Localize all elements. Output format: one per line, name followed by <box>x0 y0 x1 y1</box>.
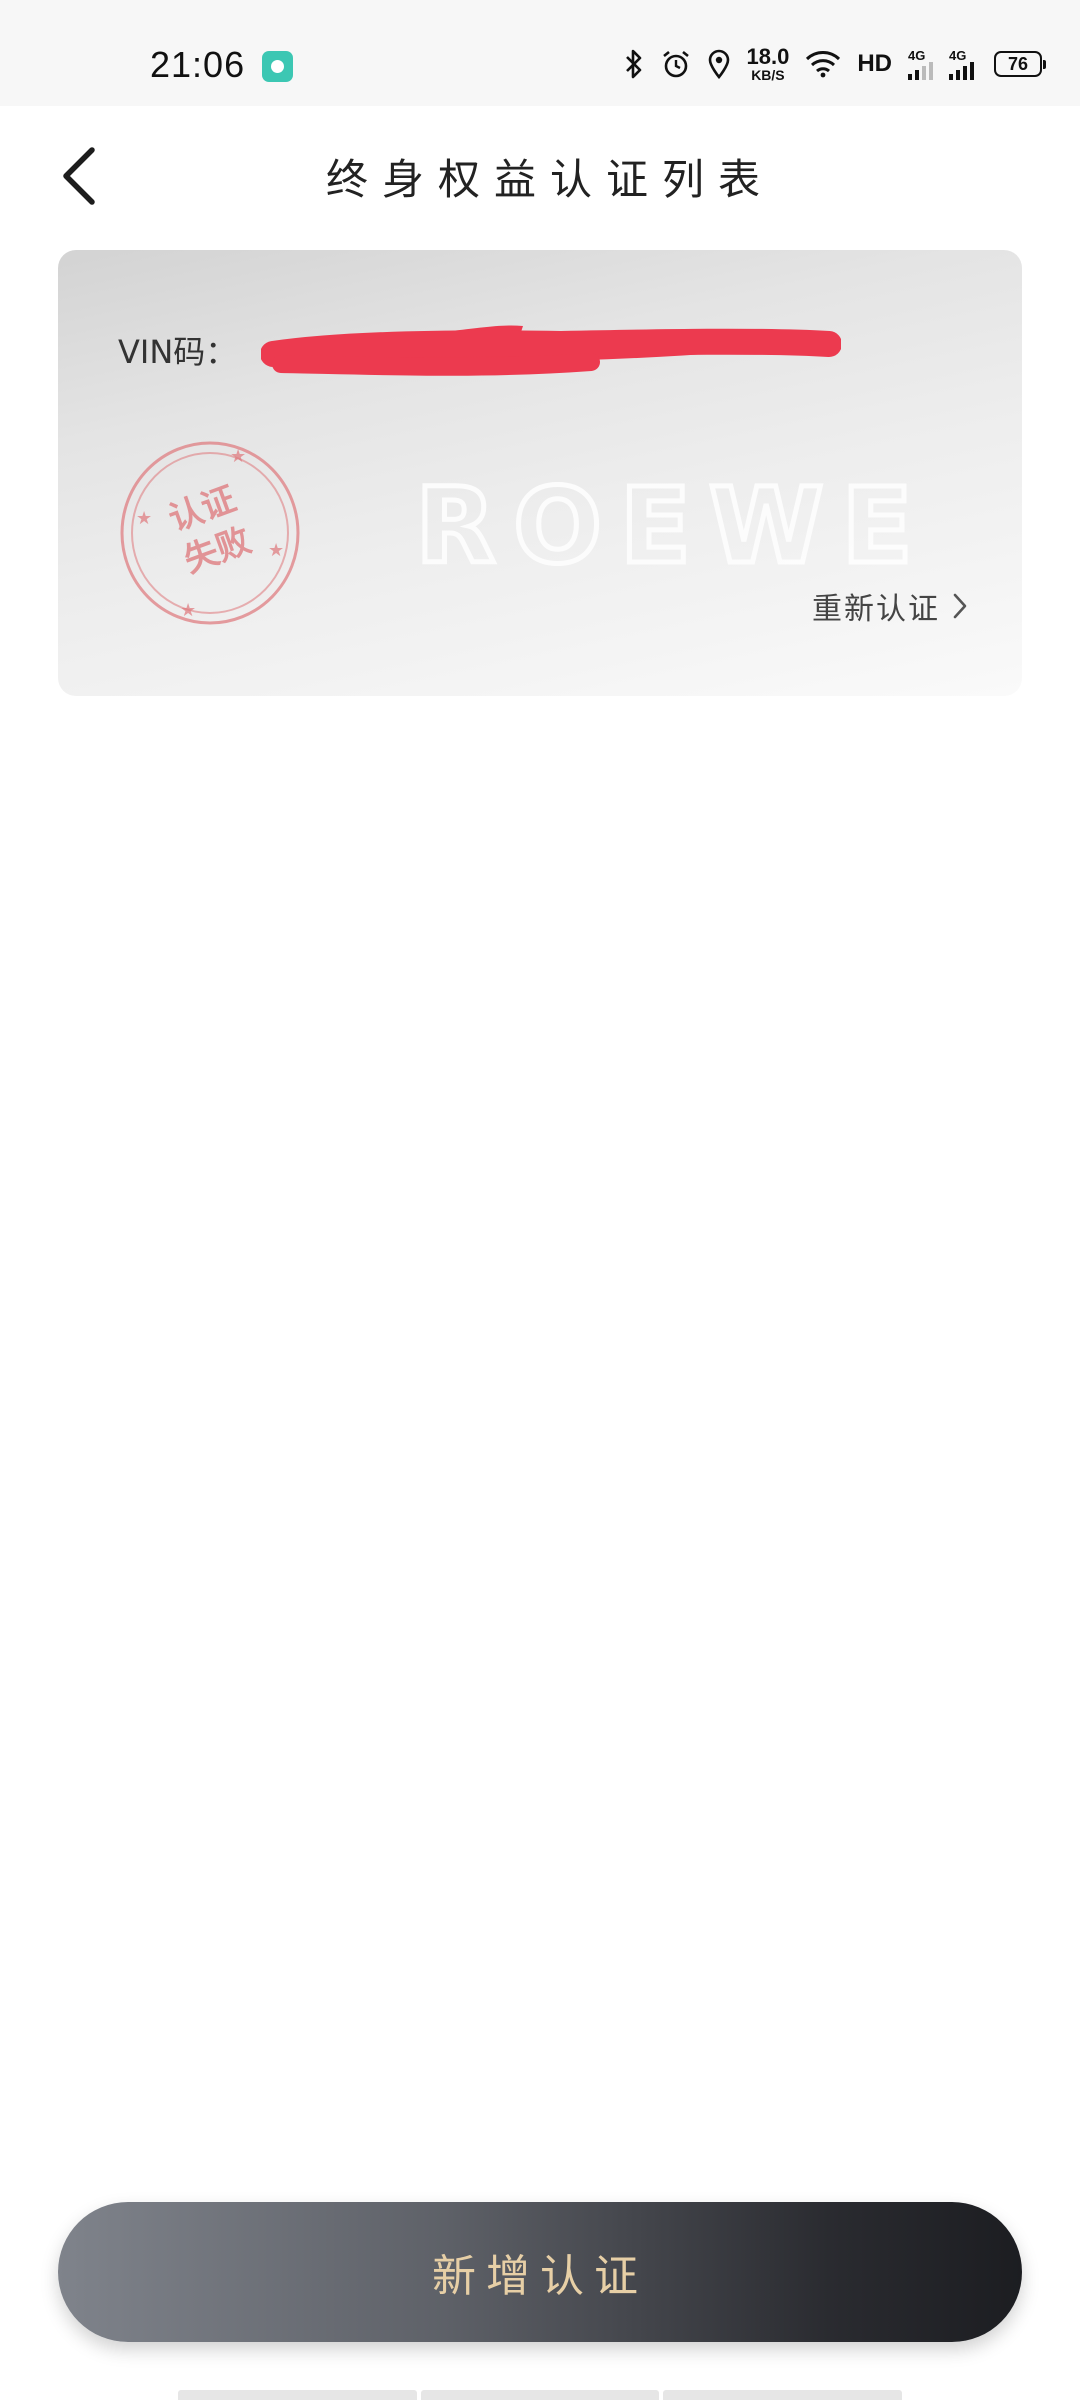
wifi-icon <box>806 51 841 78</box>
add-certification-label: 新增认证 <box>432 2251 648 2302</box>
signal-icon: 4G <box>908 49 933 80</box>
app-notification-icon <box>262 51 293 82</box>
network-type-1: 4G <box>908 47 926 63</box>
vin-row: VIN码： <box>118 314 842 386</box>
vin-label: VIN码： <box>118 333 238 371</box>
vin-redaction-scribble <box>261 325 842 376</box>
alarm-icon <box>662 50 689 78</box>
status-icons: 18.0 KB/S HD 4G 4G 76 <box>623 44 1046 83</box>
network-speed: 18.0 KB/S <box>746 44 790 83</box>
roewe-watermark-logo: ROEWE <box>413 470 930 590</box>
svg-text:★: ★ <box>180 600 196 621</box>
battery-icon: 76 <box>994 51 1046 77</box>
re-authenticate-link[interactable]: 重新认证 <box>812 584 968 628</box>
battery-level: 76 <box>1007 53 1029 74</box>
chevron-left-icon <box>63 147 95 205</box>
hd-label: HD <box>857 50 892 77</box>
nav-bar: 终身权益认证列表 <box>0 106 1080 246</box>
status-bar: 21:06 18.0 KB/S HD 4G 4G 76 <box>0 0 1080 106</box>
add-certification-button[interactable]: 新增认证 <box>58 2202 1022 2342</box>
bottom-tab-hint <box>178 2390 903 2400</box>
signal-icon-2: 4G <box>949 49 974 80</box>
certification-card[interactable]: ROEWE VIN码： ★ ★ ★ ★ 认证 失败 重新认证 <box>58 250 1022 696</box>
page-title: 终身权益认证列表 <box>325 154 774 204</box>
network-type-2: 4G <box>949 47 967 63</box>
re-authenticate-label: 重新认证 <box>812 592 940 627</box>
speed-unit: KB/S <box>751 67 785 83</box>
location-icon <box>708 49 729 79</box>
bluetooth-icon <box>625 49 641 79</box>
speed-value: 18.0 <box>746 44 790 69</box>
back-button[interactable] <box>40 136 120 216</box>
chevron-right-icon <box>953 593 967 619</box>
status-time: 21:06 <box>150 44 246 85</box>
watermark-text: ROEWE <box>415 470 930 587</box>
svg-text:★: ★ <box>230 446 246 467</box>
